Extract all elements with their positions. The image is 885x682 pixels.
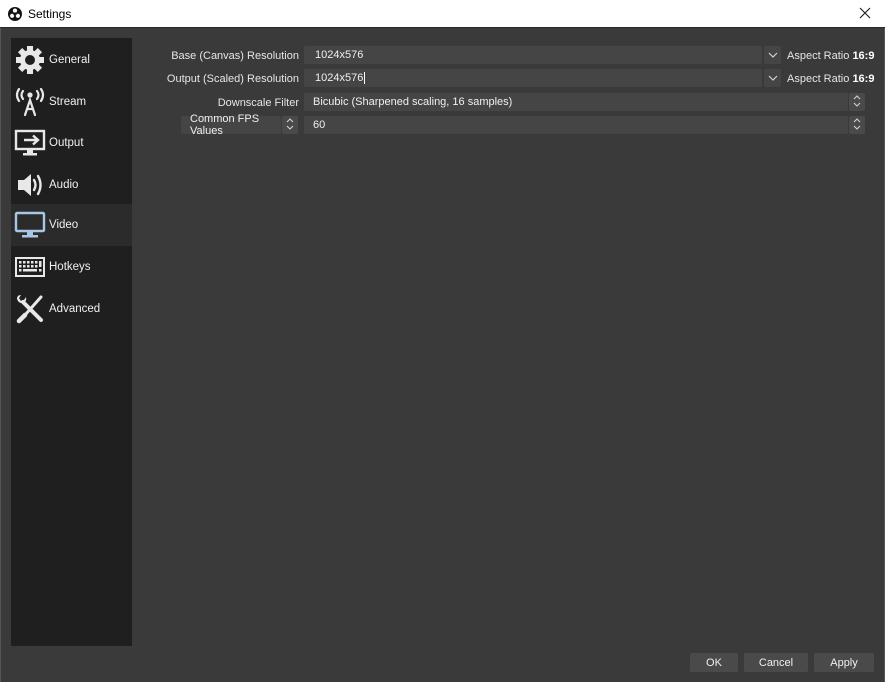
base-resolution-value: 1024x576 — [315, 49, 364, 61]
sidebar-item-audio[interactable]: Audio — [11, 164, 132, 206]
tools-icon — [13, 292, 47, 326]
monitor-icon — [13, 208, 47, 242]
chevron-down-icon — [768, 72, 778, 84]
downscale-filter-spinner[interactable] — [849, 93, 865, 111]
aspect-ratio-value: 16:9 — [852, 50, 875, 62]
sidebar-item-label: Audio — [49, 179, 79, 191]
downscale-filter-value: Bicubic (Sharpened scaling, 16 samples) — [313, 96, 513, 108]
output-aspect-ratio: Aspect Ratio 16:9 — [787, 73, 874, 85]
sidebar-item-stream[interactable]: Stream — [11, 81, 132, 123]
base-aspect-ratio: Aspect Ratio 16:9 — [787, 50, 874, 62]
base-resolution-label: Base (Canvas) Resolution — [171, 50, 299, 62]
gear-icon — [13, 43, 47, 77]
close-button[interactable] — [845, 0, 885, 28]
sidebar-item-label: Advanced — [49, 303, 101, 315]
monitor-output-icon — [13, 126, 47, 160]
output-resolution-value: 1024x576 — [315, 72, 364, 84]
sidebar-item-general[interactable]: General — [11, 39, 132, 81]
cancel-button[interactable]: Cancel — [744, 653, 808, 672]
aspect-ratio-value: 16:9 — [852, 73, 875, 85]
chevron-up-down-icon — [853, 94, 861, 110]
chevron-up-down-icon — [853, 117, 861, 133]
sidebar-item-hotkeys[interactable]: Hotkeys — [11, 246, 132, 288]
output-resolution-label: Output (Scaled) Resolution — [166, 73, 299, 85]
keyboard-icon — [13, 250, 47, 284]
base-resolution-input[interactable]: 1024x576 — [304, 46, 762, 64]
fps-type-select[interactable]: Common FPS Values — [181, 113, 281, 137]
speaker-icon — [13, 168, 47, 202]
apply-button[interactable]: Apply — [814, 653, 874, 672]
fps-value-select[interactable]: 60 — [304, 116, 848, 134]
ok-button[interactable]: OK — [690, 653, 738, 672]
close-icon — [859, 7, 871, 22]
sidebar-item-label: Hotkeys — [49, 261, 91, 273]
sidebar-item-label: Output — [49, 137, 84, 149]
settings-sidebar: General Stream Output Audio Video Hotkey… — [11, 38, 132, 646]
fps-type-spinner[interactable] — [282, 116, 298, 134]
sidebar-item-label: General — [49, 54, 90, 66]
sidebar-item-advanced[interactable]: Advanced — [11, 288, 132, 330]
fps-type-value: Common FPS Values — [190, 113, 260, 137]
base-resolution-dropdown-button[interactable] — [764, 46, 781, 64]
sidebar-item-video[interactable]: Video — [11, 204, 132, 246]
window-title: Settings — [28, 7, 72, 21]
aspect-ratio-label: Aspect Ratio — [787, 73, 850, 85]
downscale-filter-select[interactable]: Bicubic (Sharpened scaling, 16 samples) — [304, 93, 848, 111]
sidebar-item-label: Stream — [49, 96, 87, 108]
obs-logo-icon — [8, 7, 22, 21]
chevron-down-icon — [768, 49, 778, 61]
fps-value-spinner[interactable] — [849, 116, 865, 134]
sidebar-item-output[interactable]: Output — [11, 122, 132, 164]
downscale-filter-label: Downscale Filter — [217, 97, 299, 109]
output-resolution-dropdown-button[interactable] — [764, 69, 781, 87]
broadcast-antenna-icon — [13, 85, 47, 119]
output-resolution-input[interactable]: 1024x576 — [304, 69, 762, 87]
fps-value: 60 — [313, 119, 326, 131]
text-cursor — [364, 72, 366, 84]
title-bar: Settings — [0, 0, 885, 28]
aspect-ratio-label: Aspect Ratio — [787, 50, 850, 62]
sidebar-item-label: Video — [49, 219, 79, 231]
chevron-up-down-icon — [286, 117, 294, 133]
